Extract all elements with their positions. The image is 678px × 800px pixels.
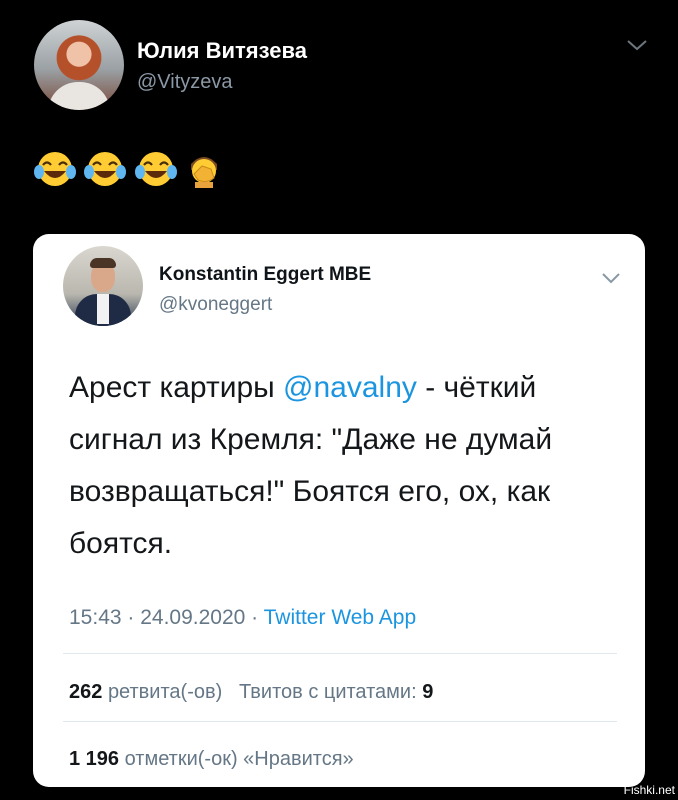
avatar[interactable] (34, 20, 124, 110)
facepalm-icon (191, 157, 218, 188)
tweet-date[interactable]: 24.09.2020 (140, 606, 245, 629)
divider (63, 653, 617, 654)
likes-count: 1 196 (69, 748, 120, 770)
quoted-author-name[interactable]: Konstantin Eggert MBE (159, 264, 371, 286)
quoted-tweet-card[interactable]: Konstantin Eggert MBE @kvoneggert Арест … (33, 234, 645, 787)
divider (63, 721, 617, 722)
likes-label: отметки(-ок) «Нравится» (124, 748, 354, 770)
retweet-stats[interactable]: 262 ретвита(-ов) Твитов с цитатами: 9 (69, 681, 433, 704)
tweet-source-link[interactable]: Twitter Web App (264, 606, 417, 629)
author-name[interactable]: Юлия Витязева (137, 38, 307, 64)
separator: · (245, 606, 264, 629)
retweets-label: ретвита(-ов) (107, 681, 223, 703)
avatar[interactable] (63, 246, 143, 326)
like-stats[interactable]: 1 196 отметки(-ок) «Нравится» (69, 748, 354, 771)
retweets-count: 262 (69, 681, 103, 703)
quotes-count: 9 (422, 681, 434, 703)
chevron-down-icon[interactable] (626, 38, 648, 52)
tweet-text-part: Арест картиры (69, 371, 284, 404)
quoted-author-handle[interactable]: @kvoneggert (159, 294, 272, 316)
face-with-tears-of-joy-icon (34, 152, 76, 186)
chevron-down-icon[interactable] (601, 272, 621, 284)
tweet-emoji-text (34, 150, 227, 190)
mention-link[interactable]: @navalny (283, 371, 417, 404)
author-handle[interactable]: @Vityzeva (137, 71, 233, 94)
tweet-time[interactable]: 15:43 (69, 606, 122, 629)
face-with-tears-of-joy-icon (134, 152, 177, 186)
tweet-meta: 15:43 · 24.09.2020 · Twitter Web App (69, 606, 416, 630)
face-with-tears-of-joy-icon (84, 152, 127, 186)
outer-tweet-header: Юлия Витязева @Vityzeva (34, 20, 654, 112)
watermark: Fishki.net (623, 783, 675, 797)
separator: · (121, 606, 141, 629)
tweet-body: Арест картиры @navalny - чёткий сигнал и… (69, 362, 629, 570)
quotes-label: Твитов с цитатами: (238, 681, 417, 703)
